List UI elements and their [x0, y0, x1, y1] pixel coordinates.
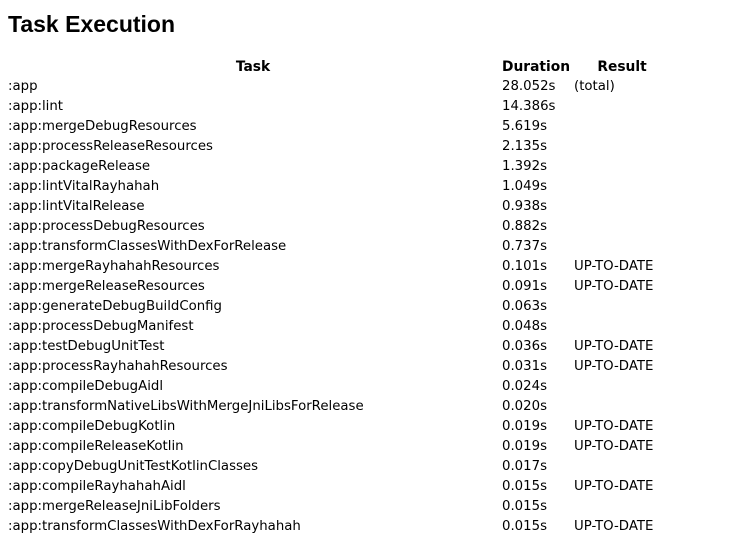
task-name-cell: :app:transformClassesWithDexForRayhahah — [8, 519, 301, 534]
table-row: :app:compileDebugAidl 0.024s — [6, 377, 672, 397]
table-row: :app:processDebugManifest 0.048s — [6, 317, 672, 337]
table-row: :app 28.052s (total) — [6, 77, 672, 97]
table-row: :app:mergeReleaseResources 0.091s UP-TO-DA… — [6, 277, 672, 297]
result-cell — [572, 237, 672, 257]
header-result: Result — [597, 59, 647, 75]
task-name-cell: :app:compileDebugKotlin — [8, 419, 176, 434]
table-row: :app:transformClassesWithDexForRelease 0.… — [6, 237, 672, 257]
header-task: Task — [235, 59, 271, 75]
task-name-cell: :app:testDebugUnitTest — [8, 339, 165, 354]
result-cell — [572, 457, 672, 477]
duration-cell: 0.938s — [502, 199, 547, 214]
table-row: :app:compileRayhahahAidl 0.015s UP-TO-DATE — [6, 477, 672, 497]
table-header-row: Task Duration Result — [6, 57, 672, 77]
result-cell: UP-TO-DATE — [574, 259, 654, 274]
result-cell — [572, 117, 672, 137]
table-row: :app:compileDebugKotlin 0.019s UP-TO-DATE — [6, 417, 672, 437]
duration-cell: 0.031s — [502, 359, 547, 374]
result-cell — [572, 497, 672, 517]
task-name-cell: :app:mergeReleaseResources — [8, 279, 205, 294]
task-name-cell: :app:packageRelease — [8, 159, 151, 174]
task-name-cell: :app:processDebugResources — [8, 219, 205, 234]
task-name-cell: :app:copyDebugUnitTestKotlinClasses — [8, 459, 259, 474]
duration-cell: 1.049s — [502, 179, 547, 194]
duration-cell: 0.020s — [502, 399, 547, 414]
result-cell: (total) — [574, 79, 615, 94]
table-row: :app:generateDebugBuildConfig 0.063s — [6, 297, 672, 317]
header-duration: Duration — [502, 59, 571, 75]
duration-cell: 5.619s — [502, 119, 547, 134]
table-row: :app:mergeRayhahahResources 0.101s UP-TO-D… — [6, 257, 672, 277]
result-cell — [572, 137, 672, 157]
result-cell — [572, 177, 672, 197]
result-cell — [572, 317, 672, 337]
table-row: :app:packageRelease 1.392s — [6, 157, 672, 177]
table-row: :app:testDebugUnitTest 0.036s UP-TO-DATE — [6, 337, 672, 357]
task-name-cell: :app:processReleaseResources — [8, 139, 213, 154]
task-name-cell: :app — [8, 79, 38, 94]
table-row: :app:compileReleaseKotlin 0.019s UP-TO-DAT… — [6, 437, 672, 457]
task-name-cell: :app:compileReleaseKotlin — [8, 439, 184, 454]
task-name-cell: :app:processRayhahahResources — [8, 359, 228, 374]
table-row: :app:processRayhahahResources 0.031s UP-TO… — [6, 357, 672, 377]
task-name-cell: :app:lint — [8, 99, 64, 114]
result-cell — [572, 397, 672, 417]
table-row: :app:processReleaseResources 2.135s — [6, 137, 672, 157]
result-cell: UP-TO-DATE — [574, 419, 654, 434]
duration-cell: 14.386s — [502, 99, 556, 114]
result-cell — [572, 377, 672, 397]
duration-cell: 0.017s — [502, 459, 547, 474]
result-cell: UP-TO-DATE — [574, 439, 654, 454]
duration-cell: 0.015s — [502, 519, 547, 534]
duration-cell: 0.101s — [502, 259, 547, 274]
duration-cell: 0.024s — [502, 379, 547, 394]
result-cell: UP-TO-DATE — [574, 519, 654, 534]
table-row: :app:transformClassesWithDexForRayhahah 0… — [6, 517, 672, 537]
duration-cell: 0.063s — [502, 299, 547, 314]
result-cell — [572, 197, 672, 217]
task-name-cell: :app:transformNativeLibsWithMergeJniLibs… — [8, 399, 364, 414]
duration-cell: 0.015s — [502, 499, 547, 514]
duration-cell: 0.737s — [502, 239, 547, 254]
task-name-cell: :app:processDebugManifest — [8, 319, 194, 334]
task-name-cell: :app:mergeRayhahahResources — [8, 259, 220, 274]
task-rows: :app 28.052s (total) :app:lint 14.386s :app:m… — [6, 77, 672, 537]
task-name-cell: :app:lintVitalRelease — [8, 199, 145, 214]
result-cell — [572, 297, 672, 317]
task-name-cell: :app:mergeDebugResources — [8, 119, 197, 134]
duration-cell: 0.048s — [502, 319, 547, 334]
result-cell: UP-TO-DATE — [574, 279, 654, 294]
task-name-cell: :app:compileDebugAidl — [8, 379, 164, 394]
result-cell: UP-TO-DATE — [574, 479, 654, 494]
table-row: :app:lintVitalRayhahah 1.049s — [6, 177, 672, 197]
table-row: :app:transformNativeLibsWithMergeJniLibs… — [6, 397, 672, 417]
task-name-cell: :app:mergeReleaseJniLibFolders — [8, 499, 221, 514]
result-cell — [572, 157, 672, 177]
result-cell: UP-TO-DATE — [574, 359, 654, 374]
task-name-cell: :app:transformClassesWithDexForRelease — [8, 239, 287, 254]
task-execution-table: Task Duration Result :app 28.052s (total):… — [6, 57, 672, 537]
duration-cell: 0.882s — [502, 219, 547, 234]
task-name-cell: :app:generateDebugBuildConfig — [8, 299, 222, 314]
duration-cell: 0.019s — [502, 419, 547, 434]
task-name-cell: :app:lintVitalRayhahah — [8, 179, 160, 194]
table-row: :app:mergeDebugResources 5.619s — [6, 117, 672, 137]
duration-cell: 0.015s — [502, 479, 547, 494]
duration-cell: 28.052s — [502, 79, 556, 94]
result-cell: UP-TO-DATE — [574, 339, 654, 354]
task-name-cell: :app:compileRayhahahAidl — [8, 479, 186, 494]
page-title: Task Execution — [8, 11, 176, 37]
duration-cell: 2.135s — [502, 139, 547, 154]
table-row: :app:lint 14.386s — [6, 97, 672, 117]
duration-cell: 0.091s — [502, 279, 547, 294]
duration-cell: 0.019s — [502, 439, 547, 454]
table-row: :app:lintVitalRelease 0.938s — [6, 197, 672, 217]
duration-cell: 0.036s — [502, 339, 547, 354]
result-cell — [572, 97, 672, 117]
result-cell — [572, 217, 672, 237]
table-row: :app:copyDebugUnitTestKotlinClasses 0.017… — [6, 457, 672, 477]
table-row: :app:processDebugResources 0.882s — [6, 217, 672, 237]
table-row: :app:mergeReleaseJniLibFolders 0.015s — [6, 497, 672, 517]
duration-cell: 1.392s — [502, 159, 547, 174]
